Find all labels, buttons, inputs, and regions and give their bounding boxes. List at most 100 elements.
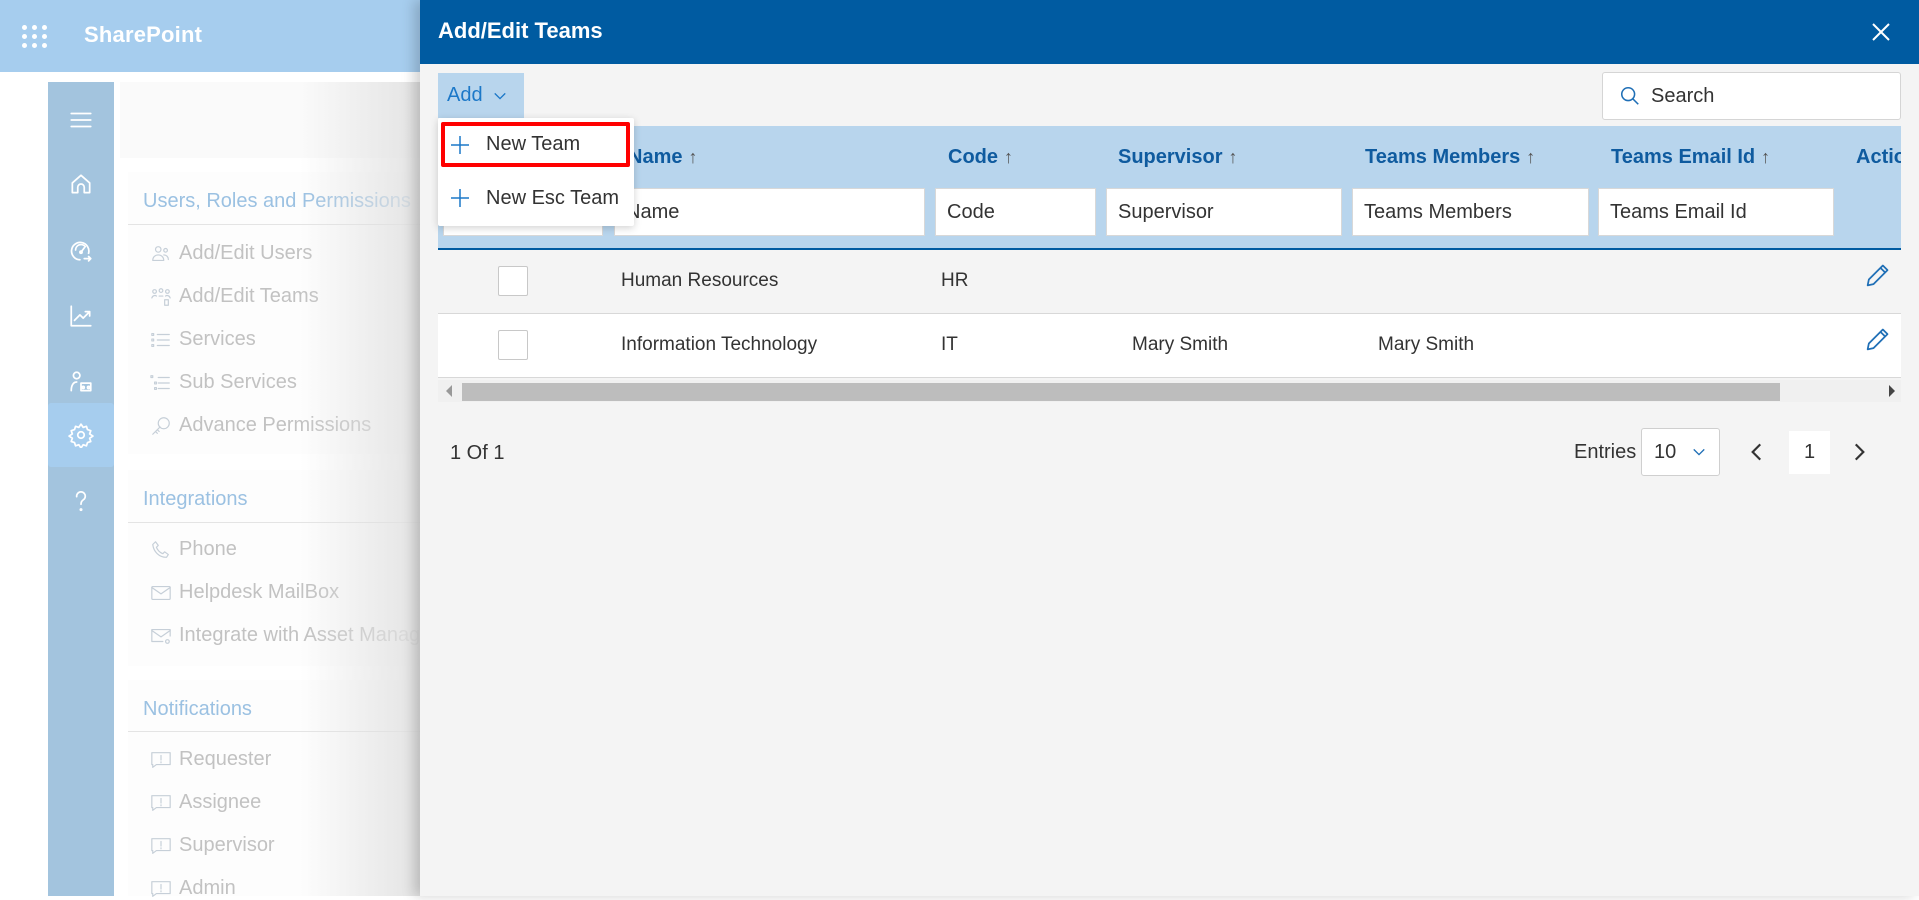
sort-asc-icon[interactable]: ↑	[1761, 147, 1770, 167]
search-icon	[1620, 86, 1639, 105]
hamburger-icon	[70, 112, 92, 128]
edit-button[interactable]	[1863, 262, 1891, 290]
teams-icon	[151, 287, 171, 306]
table-row[interactable]: Information Technology IT Mary Smith Mar…	[438, 314, 1901, 378]
gear-icon	[68, 423, 94, 448]
alert-message-icon	[151, 751, 171, 768]
scroll-right-icon[interactable]	[1889, 385, 1895, 397]
edit-button[interactable]	[1863, 326, 1891, 354]
next-page-button[interactable]	[1846, 438, 1872, 466]
mail-settings-icon	[151, 628, 171, 644]
scrollbar-thumb[interactable]	[462, 383, 1780, 401]
scroll-left-icon[interactable]	[446, 385, 452, 397]
horizontal-scrollbar[interactable]	[438, 380, 1901, 402]
column-header-code[interactable]: Code ↑	[948, 146, 1013, 169]
column-header-supervisor[interactable]: Supervisor ↑	[1118, 146, 1237, 169]
settings-link-requester[interactable]: Requester	[150, 748, 271, 771]
cell-code: HR	[941, 270, 969, 291]
column-header-name[interactable]: Name ↑	[628, 146, 697, 169]
pencil-icon	[1866, 264, 1889, 287]
section-title: Notifications	[143, 698, 252, 720]
settings-link-sub-services[interactable]: Sub Services	[150, 371, 297, 394]
sort-asc-icon[interactable]: ↑	[688, 147, 697, 167]
filter-code-input[interactable]	[936, 189, 1095, 235]
sort-asc-icon[interactable]: ↑	[1228, 147, 1237, 167]
teams-table: Name↑ Code↑ Supervisor↑ Teams Members↑ T…	[438, 126, 1901, 403]
nav-rail	[48, 82, 114, 896]
table-row[interactable]: Human Resources HR	[438, 250, 1901, 314]
section-title: Integrations	[143, 488, 248, 510]
cell-code: IT	[941, 334, 958, 355]
filter-name-input[interactable]	[615, 189, 924, 235]
settings-link-phone[interactable]: Phone	[150, 538, 237, 561]
pencil-icon	[1866, 328, 1889, 351]
close-icon	[1872, 23, 1890, 41]
settings-link-admin[interactable]: Admin	[150, 877, 236, 900]
settings-link-assignee[interactable]: Assignee	[150, 791, 261, 814]
list-icon	[151, 332, 170, 347]
chevron-down-icon	[1693, 448, 1705, 456]
rail-item-home[interactable]	[48, 152, 114, 216]
entries-label: Entries	[1574, 441, 1637, 463]
users-icon	[152, 245, 169, 261]
page-info: 1 Of 1	[450, 442, 505, 464]
rail-item-menu[interactable]	[48, 88, 114, 152]
home-icon	[71, 174, 91, 194]
filter-teams-members[interactable]	[1352, 188, 1589, 236]
cell-name: Human Resources	[621, 270, 779, 291]
key-icon	[152, 416, 170, 435]
filter-supervisor-input[interactable]	[1107, 189, 1341, 235]
rail-item-settings[interactable]	[48, 403, 114, 467]
rail-item-dashboard[interactable]	[48, 218, 114, 282]
sublist-icon	[150, 374, 170, 390]
add-dropdown-button[interactable]: Add	[438, 73, 524, 118]
user-group-icon	[70, 371, 92, 392]
search-input[interactable]	[1651, 84, 1881, 108]
brand-title[interactable]: SharePoint	[84, 22, 202, 48]
filter-supervisor[interactable]	[1106, 188, 1342, 236]
search-box[interactable]	[1602, 72, 1901, 120]
column-header-teams-members[interactable]: Teams Members ↑	[1365, 146, 1535, 169]
rail-item-help[interactable]	[48, 469, 114, 533]
settings-link-services[interactable]: Services	[150, 328, 256, 351]
current-page-button[interactable]: 1	[1789, 431, 1830, 474]
alert-message-icon	[151, 794, 171, 811]
filter-teams-email[interactable]	[1598, 188, 1834, 236]
filter-code[interactable]	[935, 188, 1096, 236]
sort-asc-icon[interactable]: ↑	[1526, 147, 1535, 167]
overlay-shade	[300, 82, 420, 896]
alert-message-icon	[151, 880, 171, 897]
row-checkbox[interactable]	[498, 266, 528, 296]
add-edit-teams-panel: Add/Edit Teams Add Name↑ Code↑ Superviso…	[420, 0, 1919, 896]
alert-message-icon	[151, 837, 171, 854]
add-dropdown-menu: New Team New Esc Team	[438, 118, 634, 226]
plus-icon	[451, 135, 469, 154]
settings-link-add-edit-users[interactable]: Add/Edit Users	[150, 242, 312, 265]
filter-teams-email-input[interactable]	[1599, 189, 1833, 235]
entries-select[interactable]: 10	[1641, 428, 1720, 476]
gauge-icon	[70, 241, 92, 262]
column-header-teams-email[interactable]: Teams Email Id ↑	[1611, 146, 1770, 169]
plus-icon	[451, 189, 469, 207]
settings-link-supervisor[interactable]: Supervisor	[150, 834, 275, 857]
table-header: Name↑ Code↑ Supervisor↑ Teams Members↑ T…	[438, 126, 1901, 250]
sort-asc-icon[interactable]: ↑	[1004, 147, 1013, 167]
help-icon	[75, 491, 87, 512]
menu-item-new-esc-team[interactable]: New Esc Team	[438, 172, 634, 224]
chevron-down-icon	[493, 92, 506, 100]
phone-icon	[152, 540, 169, 558]
rail-item-reports[interactable]	[48, 284, 114, 348]
menu-item-new-team[interactable]: New Team	[441, 122, 630, 167]
chart-icon	[70, 305, 92, 327]
filter-name[interactable]	[614, 188, 925, 236]
row-checkbox[interactable]	[498, 330, 528, 360]
app-launcher-icon[interactable]	[22, 25, 48, 48]
cell-members: Mary Smith	[1378, 334, 1475, 355]
mail-icon	[151, 585, 171, 600]
chevron-left-icon	[1751, 443, 1762, 461]
filter-teams-members-input[interactable]	[1353, 189, 1588, 235]
column-header-action: Action	[1856, 146, 1901, 168]
close-button[interactable]	[1869, 20, 1893, 44]
settings-link-add-edit-teams[interactable]: Add/Edit Teams	[150, 285, 319, 308]
prev-page-button[interactable]	[1744, 438, 1770, 466]
